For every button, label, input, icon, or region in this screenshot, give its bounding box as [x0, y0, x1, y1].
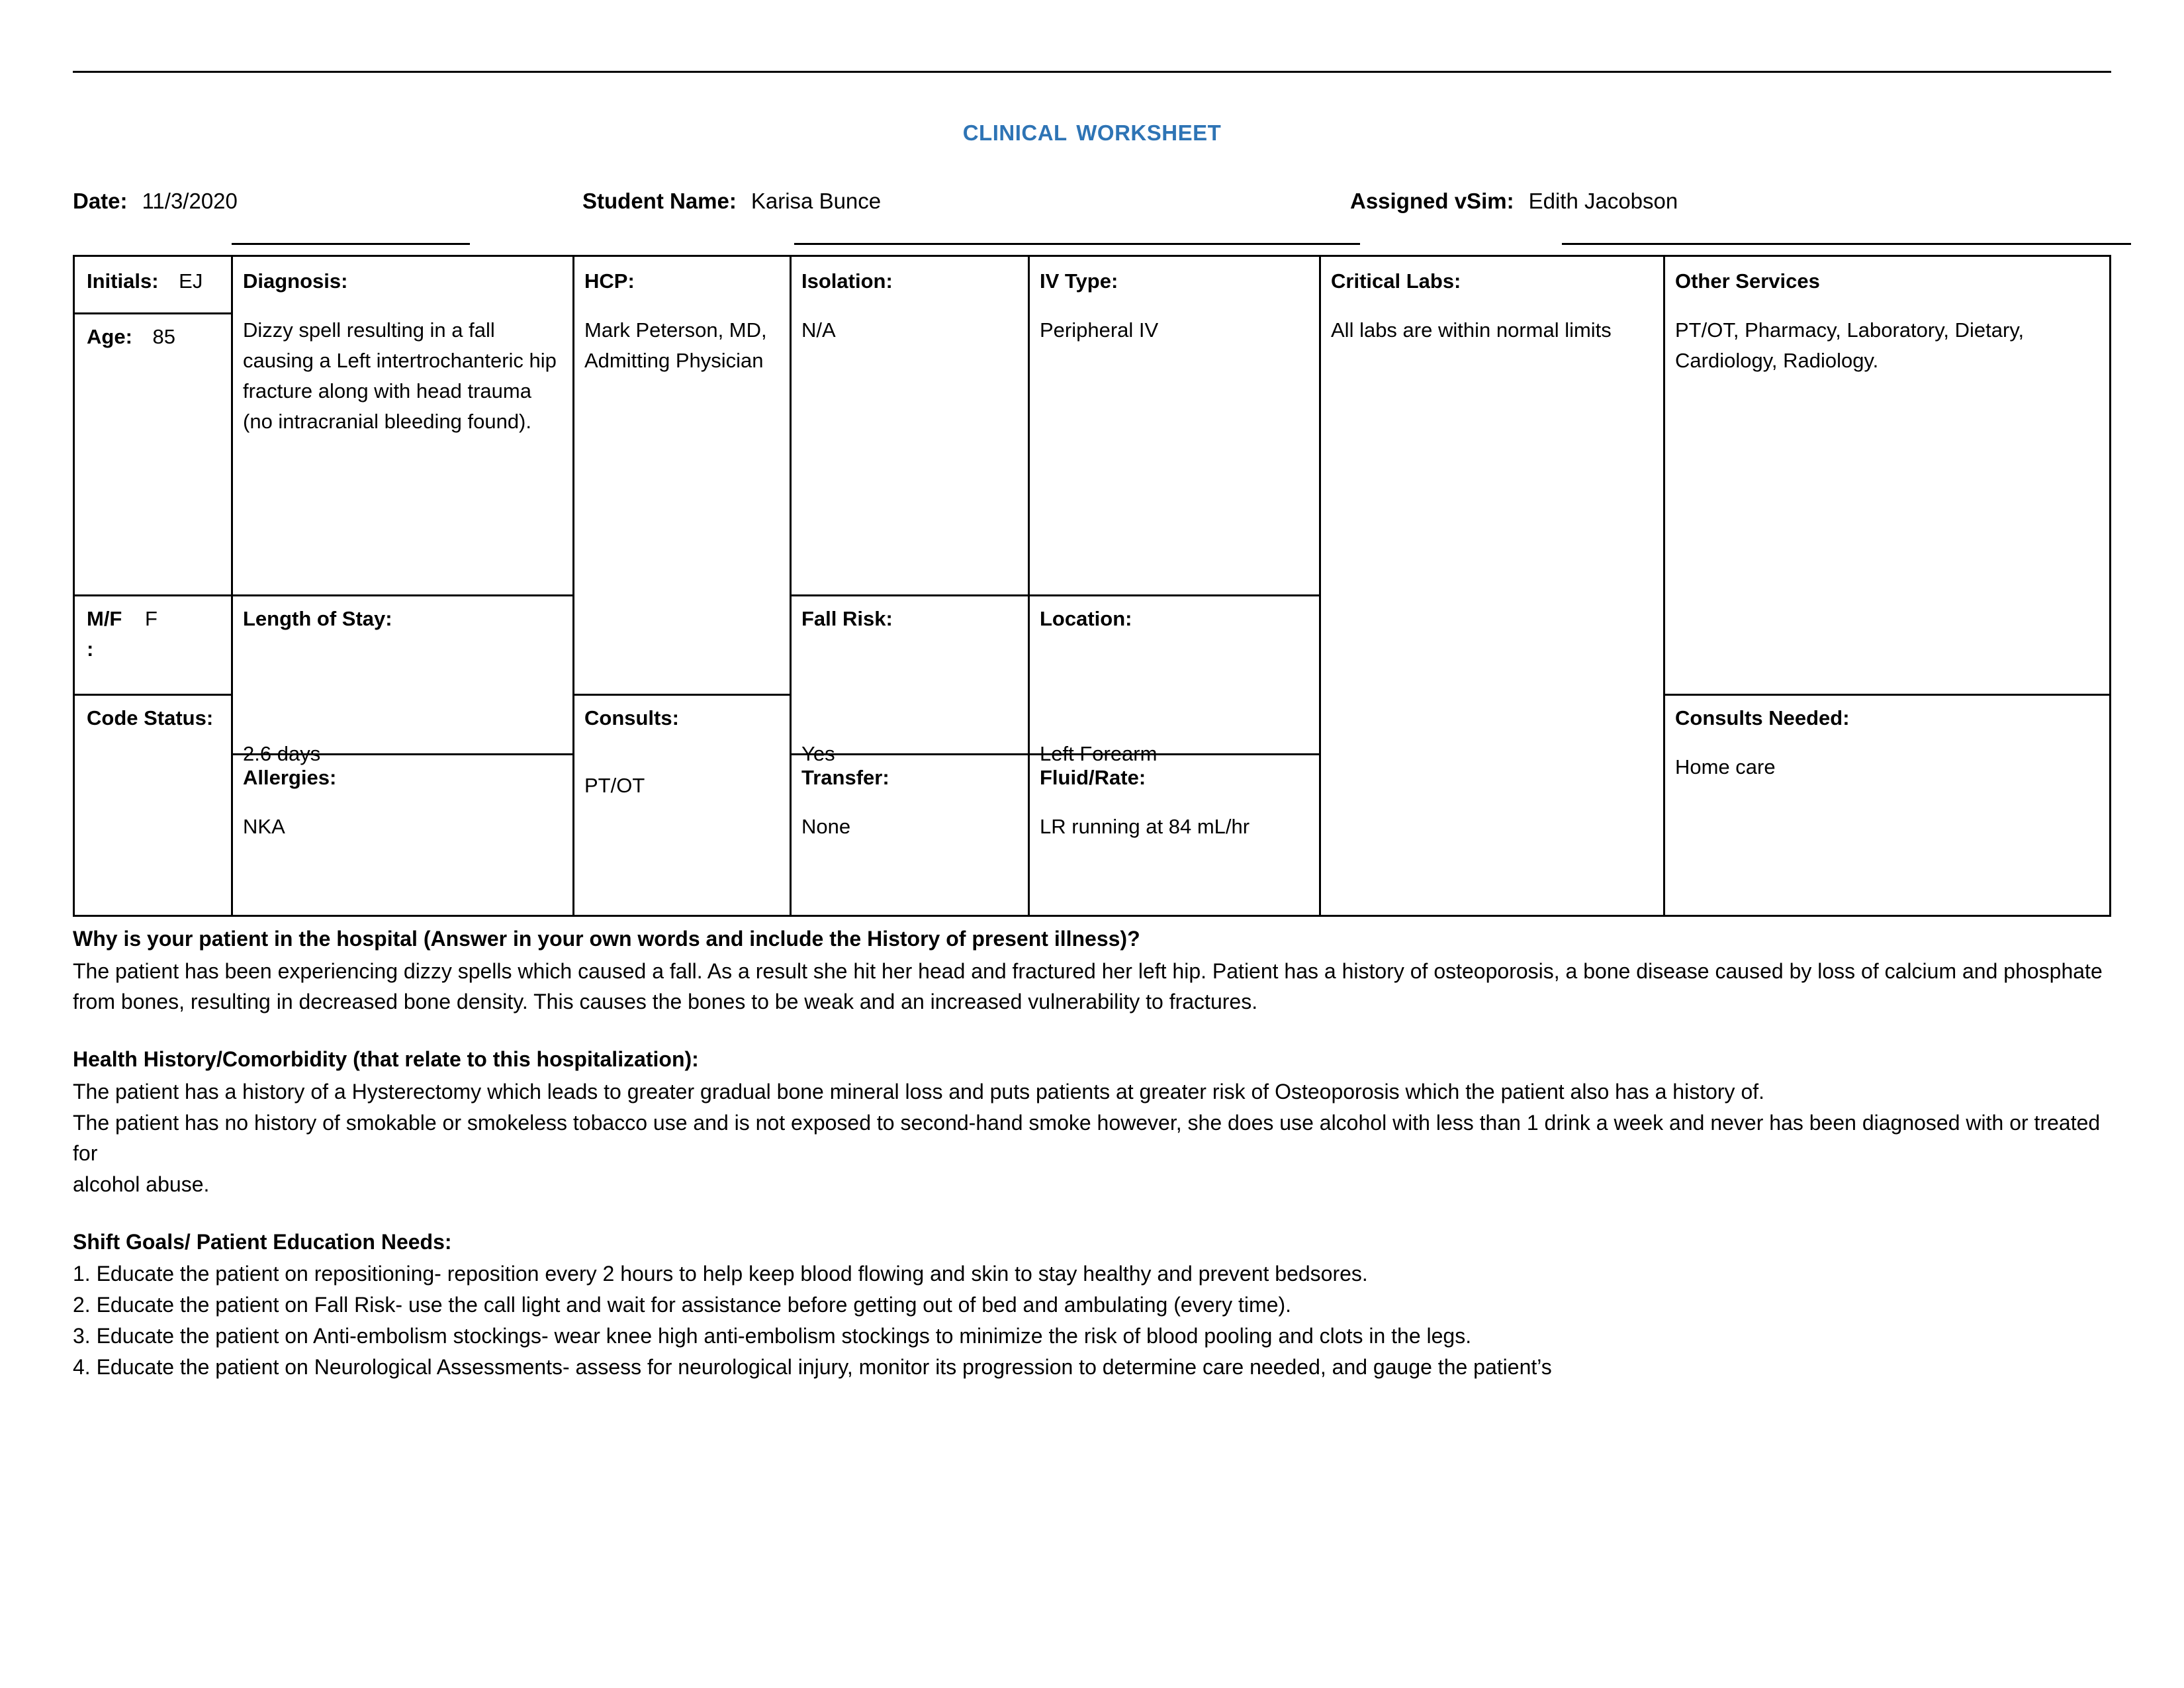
date-value[interactable]: 11/3/2020 [142, 189, 238, 214]
header-fields-row: Date: 11/3/2020 Student Name: Karisa Bun… [73, 189, 2131, 252]
cell-isolation: Isolation: N/A [790, 257, 1028, 346]
diagnosis-label: Diagnosis: [243, 269, 348, 293]
length-of-stay-label: Length of Stay: [243, 607, 392, 630]
fall-risk-label: Fall Risk: [801, 607, 893, 630]
iv-type-value[interactable]: Peripheral IV [1040, 315, 1308, 346]
initials-label: Initials: [87, 269, 159, 293]
age-label: Age: [87, 325, 132, 348]
cell-allergies: Allergies: NKA [231, 753, 572, 842]
date-field: Date: 11/3/2020 [73, 189, 238, 214]
cell-code-status: Code Status: [75, 694, 231, 752]
shift-goal-item[interactable]: 3. Educate the patient on Anti-embolism … [73, 1321, 2115, 1352]
student-name-field: Student Name: Karisa Bunce [582, 189, 881, 214]
fluid-rate-label: Fluid/Rate: [1040, 766, 1146, 789]
cell-fluid-rate: Fluid/Rate: LR running at 84 mL/hr [1028, 753, 1319, 842]
shift-goal-item[interactable]: 2. Educate the patient on Fall Risk- use… [73, 1289, 2115, 1321]
cell-transfer: Transfer: None [790, 753, 1028, 842]
isolation-value[interactable]: N/A [801, 315, 1017, 346]
patient-info-table: Initials: EJ Age: 85 M/F F : Code Status… [73, 255, 2111, 917]
age-value[interactable]: 85 [153, 325, 175, 348]
assigned-vsim-underline [1562, 243, 2131, 245]
health-history-body-2[interactable]: The patient has no history of smokable o… [73, 1107, 2115, 1169]
consults-needed-value[interactable]: Home care [1675, 752, 2099, 782]
student-name-label: Student Name: [582, 189, 737, 213]
shift-goal-item[interactable]: 4. Educate the patient on Neurological A… [73, 1352, 2115, 1383]
cell-initials: Initials: EJ [75, 257, 231, 297]
cell-location: Location: Left Forearm [1028, 594, 1319, 769]
assigned-vsim-value[interactable]: Edith Jacobson [1529, 189, 1678, 214]
page-title: Clinical Worksheet [962, 112, 1222, 147]
why-hospital-heading: Why is your patient in the hospital (Ans… [73, 927, 1140, 951]
other-services-value[interactable]: PT/OT, Pharmacy, Laboratory, Dietary, Ca… [1675, 315, 2099, 376]
cell-iv-type: IV Type: Peripheral IV [1028, 257, 1319, 346]
iv-type-label: IV Type: [1040, 269, 1118, 293]
sex-label: M/F [87, 607, 122, 630]
student-name-underline [794, 243, 1360, 245]
hcp-value[interactable]: Mark Peterson, MD, Admitting Physician [584, 315, 779, 376]
cell-sex: M/F F : [75, 594, 231, 665]
cell-hcp: HCP: Mark Peterson, MD, Admitting Physic… [572, 257, 790, 376]
shift-goal-item[interactable]: 1. Educate the patient on repositioning-… [73, 1258, 2115, 1289]
cell-critical-labs: Critical Labs: All labs are within norma… [1319, 257, 1663, 346]
code-status-label: Code Status: [87, 706, 214, 729]
critical-labs-value[interactable]: All labs are within normal limits [1331, 315, 1653, 346]
cell-other-services: Other Services PT/OT, Pharmacy, Laborato… [1663, 257, 2109, 376]
allergies-value[interactable]: NKA [243, 812, 562, 842]
assigned-vsim-label: Assigned vSim: [1350, 189, 1514, 213]
column-divider-5 [1319, 257, 1321, 915]
other-services-label: Other Services [1675, 269, 1820, 293]
isolation-label: Isolation: [801, 269, 893, 293]
student-name-value[interactable]: Karisa Bunce [751, 189, 881, 214]
initials-value[interactable]: EJ [179, 269, 203, 293]
location-label: Location: [1040, 607, 1132, 630]
consults-value[interactable]: PT/OT [584, 771, 779, 801]
consults-needed-label: Consults Needed: [1675, 706, 1850, 729]
cell-consults-needed: Consults Needed: Home care [1663, 694, 2109, 782]
cell-diagnosis: Diagnosis: Dizzy spell resulting in a fa… [231, 257, 572, 436]
diagnosis-value[interactable]: Dizzy spell resulting in a fall causing … [243, 315, 562, 437]
allergies-label: Allergies: [243, 766, 337, 789]
critical-labs-label: Critical Labs: [1331, 269, 1461, 293]
date-label: Date: [73, 189, 128, 213]
hcp-label: HCP: [584, 269, 635, 293]
top-divider-rule [73, 71, 2111, 73]
worksheet-page: Clinical Worksheet Date: 11/3/2020 Stude… [0, 0, 2184, 1688]
assigned-vsim-field: Assigned vSim: Edith Jacobson [1350, 189, 1678, 214]
fluid-rate-value[interactable]: LR running at 84 mL/hr [1040, 812, 1308, 842]
date-underline [232, 243, 470, 245]
cell-fall-risk: Fall Risk: Yes [790, 594, 1028, 769]
narrative-body: Why is your patient in the hospital (Ans… [73, 923, 2115, 1382]
cell-length-of-stay: Length of Stay: 2.6 days [231, 594, 572, 769]
why-hospital-body[interactable]: The patient has been experiencing dizzy … [73, 956, 2115, 1017]
sex-colon: : [87, 637, 94, 661]
shift-goals-heading: Shift Goals/ Patient Education Needs: [73, 1229, 452, 1254]
cell-consults: Consults: PT/OT [572, 694, 790, 801]
transfer-label: Transfer: [801, 766, 889, 789]
cell-age: Age: 85 [75, 312, 231, 352]
health-history-body-1[interactable]: The patient has a history of a Hysterect… [73, 1076, 2115, 1107]
health-history-heading: Health History/Comorbidity (that relate … [73, 1047, 699, 1072]
consults-label: Consults: [584, 706, 679, 729]
health-history-body-3[interactable]: alcohol abuse. [73, 1169, 2115, 1200]
sex-value[interactable]: F [145, 607, 158, 630]
transfer-value[interactable]: None [801, 812, 1017, 842]
